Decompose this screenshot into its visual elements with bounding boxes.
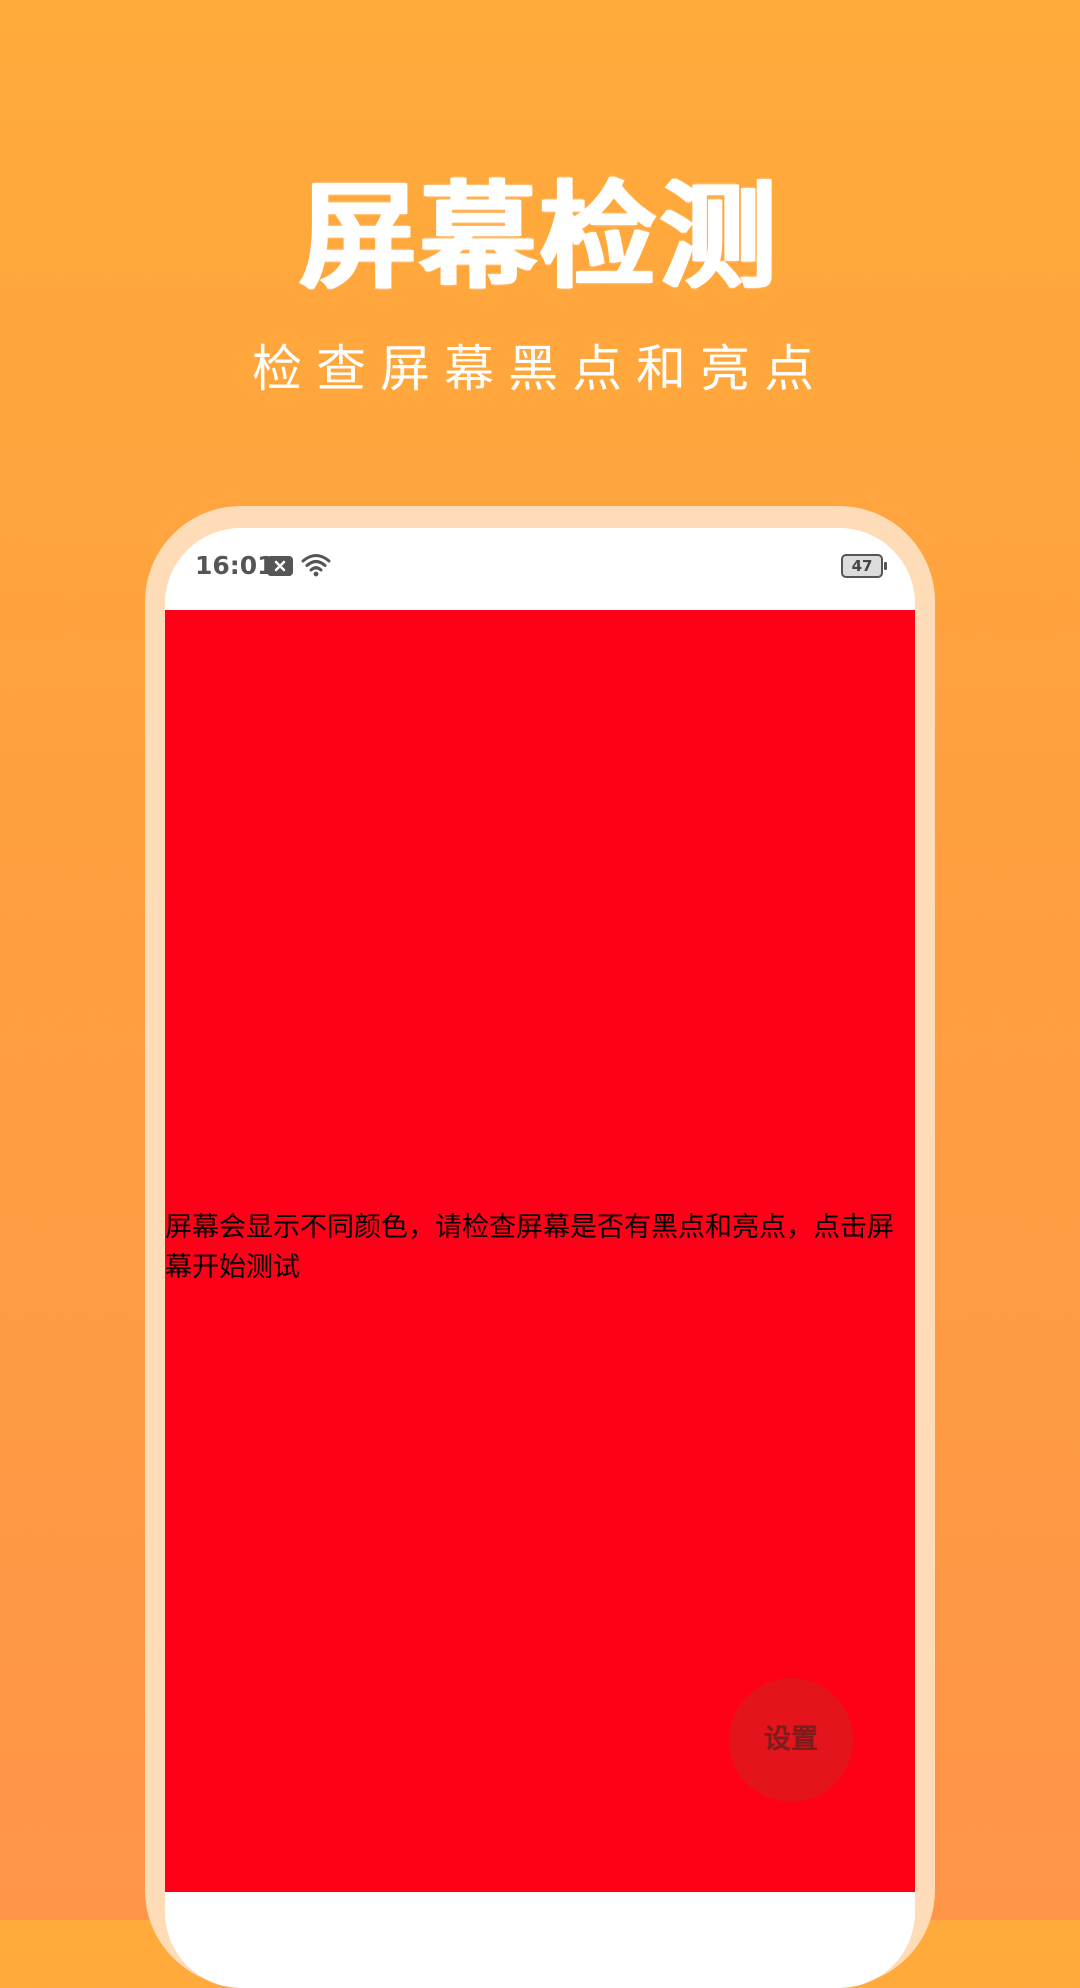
- hero-title: 屏幕检测: [300, 170, 780, 305]
- status-bar: 16:01 47: [165, 528, 915, 610]
- notification-x-icon: [267, 556, 293, 576]
- status-time: 16:01: [195, 551, 275, 580]
- settings-button[interactable]: 设置: [729, 1678, 853, 1802]
- battery-icon: 47: [841, 554, 887, 578]
- wifi-icon: [301, 552, 331, 582]
- hero-subtitle: 检查屏幕黑点和亮点: [252, 340, 828, 398]
- instruction-text: 屏幕会显示不同颜色，请检查屏幕是否有黑点和亮点，点击屏幕开始测试: [165, 1212, 894, 1283]
